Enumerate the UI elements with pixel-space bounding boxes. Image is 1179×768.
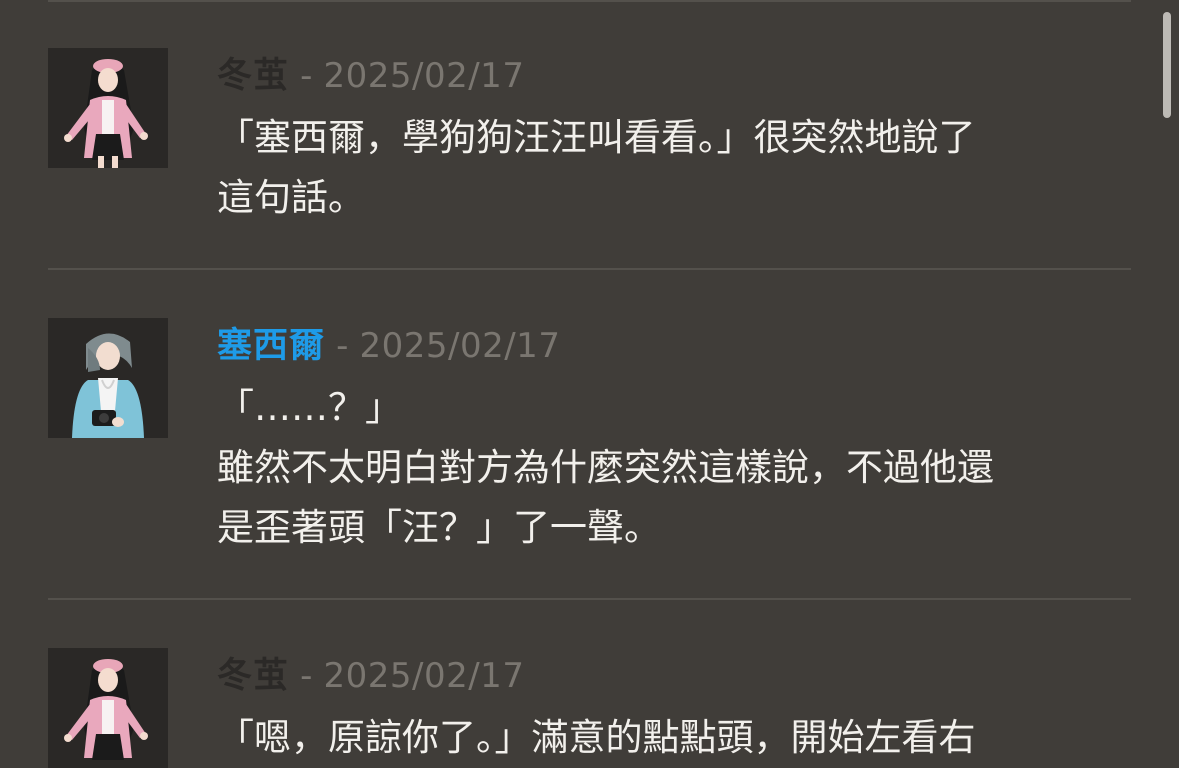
header-separator: - xyxy=(300,656,313,696)
post-content: 塞西爾 - 2025/02/17 「……？」 雖然不太明白對方為什麼突然這樣說，… xyxy=(217,318,1117,558)
post-body: 「塞西爾，學狗狗汪汪叫看看。」很突然地說了 這句話。 xyxy=(217,108,1117,228)
post-date: 2025/02/17 xyxy=(323,656,525,696)
chat-log-page: 冬茧 - 2025/02/17 「塞西爾，學狗狗汪汪叫看看。」很突然地說了 這句… xyxy=(0,0,1179,768)
author-name[interactable]: 塞西爾 xyxy=(217,326,325,366)
divider xyxy=(48,268,1131,270)
vertical-scrollbar[interactable] xyxy=(1163,12,1171,118)
author-name[interactable]: 冬茧 xyxy=(217,56,289,96)
post-body: 「……？」 雖然不太明白對方為什麼突然這樣說，不過他還 是歪著頭「汪？」了一聲。 xyxy=(217,378,1117,558)
header-separator: - xyxy=(336,326,349,366)
divider xyxy=(48,598,1131,600)
post-line: 「塞西爾，學狗狗汪汪叫看看。」很突然地說了 xyxy=(217,116,976,159)
post-content: 冬茧 - 2025/02/17 「嗯，原諒你了。」滿意的點點頭，開始左看右 xyxy=(217,648,1117,768)
post-line: 這句話。 xyxy=(217,176,365,219)
post-header: 冬茧 - 2025/02/17 xyxy=(217,48,1117,108)
post-line: 「……？」 xyxy=(217,386,402,429)
post-line: 「嗯，原諒你了。」滿意的點點頭，開始左看右 xyxy=(217,716,976,759)
post-line: 是歪著頭「汪？」了一聲。 xyxy=(217,506,661,549)
avatar[interactable] xyxy=(48,318,168,438)
avatar[interactable] xyxy=(48,48,168,168)
post-line: 雖然不太明白對方為什麼突然這樣說，不過他還 xyxy=(217,446,994,489)
post-header: 塞西爾 - 2025/02/17 xyxy=(217,318,1117,378)
avatar-girl-pink-coat-image xyxy=(48,648,168,768)
avatar-boy-blue-suit-image xyxy=(48,318,168,438)
post-date: 2025/02/17 xyxy=(359,326,561,366)
author-name[interactable]: 冬茧 xyxy=(217,656,289,696)
avatar[interactable] xyxy=(48,648,168,768)
post-date: 2025/02/17 xyxy=(323,56,525,96)
post-body: 「嗯，原諒你了。」滿意的點點頭，開始左看右 xyxy=(217,708,1117,768)
divider xyxy=(48,0,1131,2)
header-separator: - xyxy=(300,56,313,96)
avatar-girl-pink-coat-image xyxy=(48,48,168,168)
post-header: 冬茧 - 2025/02/17 xyxy=(217,648,1117,708)
post-content: 冬茧 - 2025/02/17 「塞西爾，學狗狗汪汪叫看看。」很突然地說了 這句… xyxy=(217,48,1117,228)
